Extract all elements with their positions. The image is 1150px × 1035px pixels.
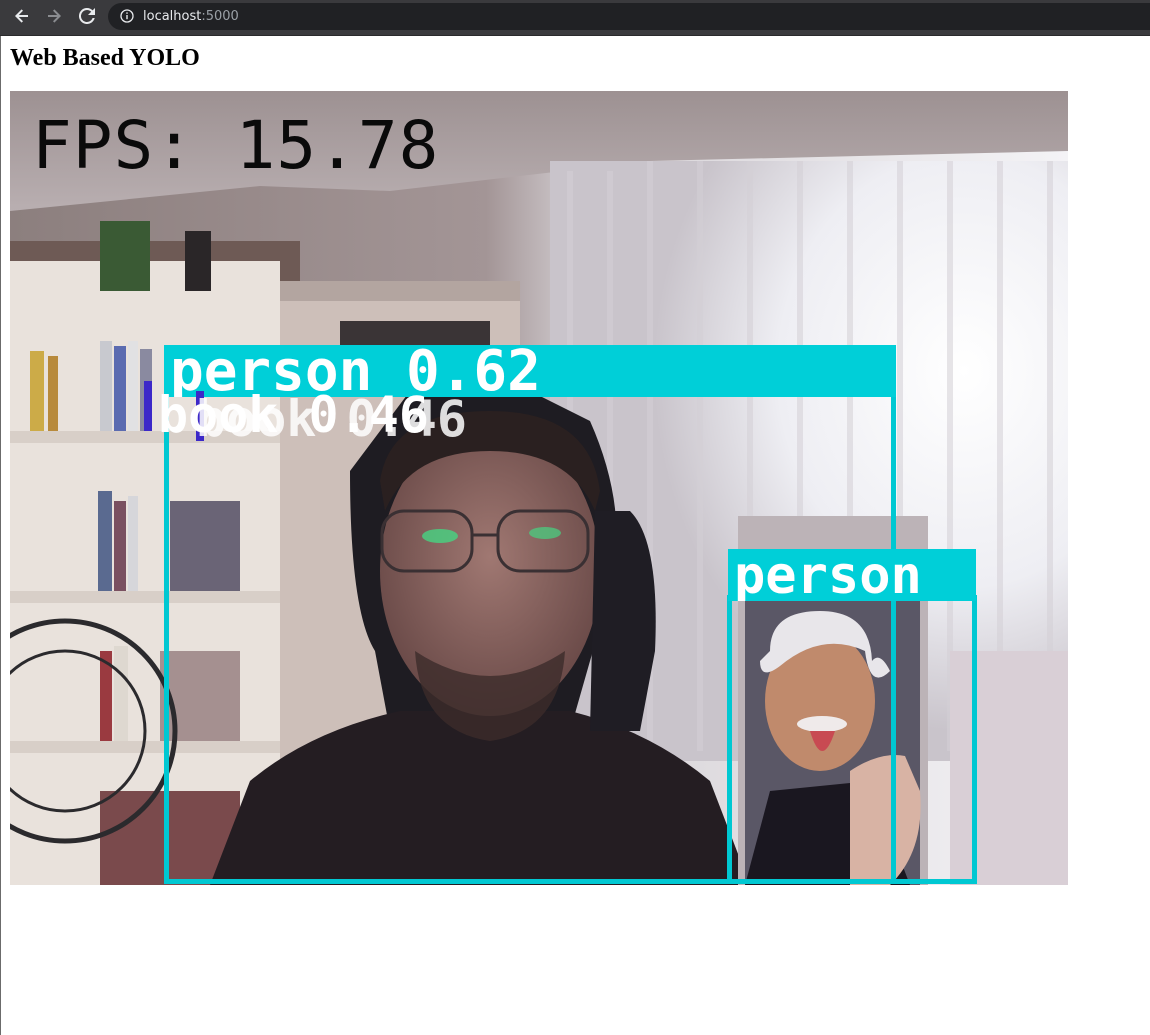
url-port: :5000	[201, 9, 239, 24]
fps-counter: FPS: 15.78	[32, 107, 440, 184]
back-button[interactable]	[8, 4, 36, 28]
forward-button[interactable]	[40, 4, 68, 28]
detection-label-person-2: person	[728, 549, 976, 601]
page-body: Web Based YOLO FPS: 15.78 person 0.62 pe…	[0, 36, 1150, 1035]
forward-arrow-icon	[48, 9, 61, 23]
url-host: localhost	[143, 9, 202, 24]
address-bar[interactable]: localhost:5000	[108, 3, 1150, 30]
video-stream: FPS: 15.78 person 0.62 person book 0.46 …	[10, 91, 1068, 885]
page-title: Web Based YOLO	[10, 45, 200, 71]
browser-toolbar: localhost:5000	[0, 0, 1150, 36]
url-text[interactable]: localhost:5000	[143, 8, 239, 25]
reload-button[interactable]	[73, 4, 101, 28]
info-icon[interactable]	[120, 9, 134, 23]
detection-label-book-2: book 0.46	[196, 390, 467, 448]
reload-icon	[79, 8, 95, 24]
detection-box-person-2	[727, 595, 977, 884]
back-arrow-icon	[15, 9, 28, 23]
detection-marker-book-1	[144, 381, 152, 431]
